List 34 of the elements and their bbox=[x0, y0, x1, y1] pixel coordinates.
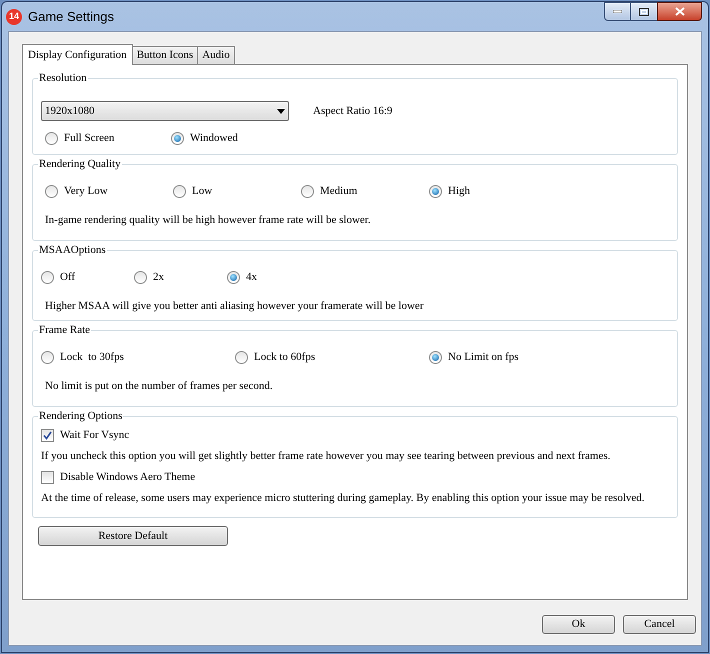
dialog-button[interactable]: Cancel bbox=[623, 615, 696, 634]
description-text: In-game rendering quality will be high however frame rate will be slower. bbox=[44, 212, 372, 228]
radio-label: Lock to 30fps bbox=[60, 350, 124, 365]
description-text: No limit is put on the number of frames per second. bbox=[44, 378, 274, 394]
group-title: Rendering Options bbox=[38, 409, 124, 423]
restore-default-button[interactable]: Restore Default bbox=[38, 526, 228, 546]
group-title: Frame Rate bbox=[38, 323, 92, 337]
description-text: If you uncheck this option you will get slightly better frame rate however you may see tearing between previous and next frames. bbox=[41, 448, 612, 464]
radio-label: 2x bbox=[153, 270, 164, 285]
dialog-button[interactable]: Ok bbox=[542, 615, 615, 634]
radio-label: Medium bbox=[320, 184, 358, 199]
description-text: Higher MSAA will give you better anti aliasing however your framerate will be lower bbox=[44, 298, 424, 314]
radio-label: 4x bbox=[246, 270, 257, 285]
radio-label: Lock to 60fps bbox=[254, 350, 316, 365]
group-title: MSAAOptions bbox=[38, 243, 107, 257]
group-title: Rendering Quality bbox=[38, 157, 122, 171]
window-title: Game Settings bbox=[28, 8, 114, 26]
tab[interactable]: Button Icons bbox=[132, 46, 198, 64]
resolution-dropdown[interactable]: 1920x1080 bbox=[41, 101, 289, 121]
aspect-ratio-label: Aspect Ratio 16:9 bbox=[313, 104, 392, 119]
radio-label: Very Low bbox=[64, 184, 108, 199]
radio-label: Low bbox=[192, 184, 212, 199]
radio-label: Windowed bbox=[190, 131, 238, 146]
description-text: At the time of release, some users may experience micro stuttering during gameplay. By enabling this option your issue may be resolved. bbox=[41, 490, 646, 506]
radio-label: Full Screen bbox=[64, 131, 114, 146]
radio-label: High bbox=[448, 184, 470, 199]
tab[interactable]: Display Configuration bbox=[22, 44, 133, 65]
checkbox-label: Disable Windows Aero Theme bbox=[60, 470, 196, 485]
tab[interactable]: Audio bbox=[197, 46, 235, 64]
radio-label: No Limit on fps bbox=[448, 350, 519, 365]
app-logo-icon: 14 bbox=[6, 8, 22, 24]
group-title: Resolution bbox=[38, 71, 88, 85]
checkbox-label: Wait For Vsync bbox=[60, 428, 130, 443]
radio-label: Off bbox=[60, 270, 76, 285]
